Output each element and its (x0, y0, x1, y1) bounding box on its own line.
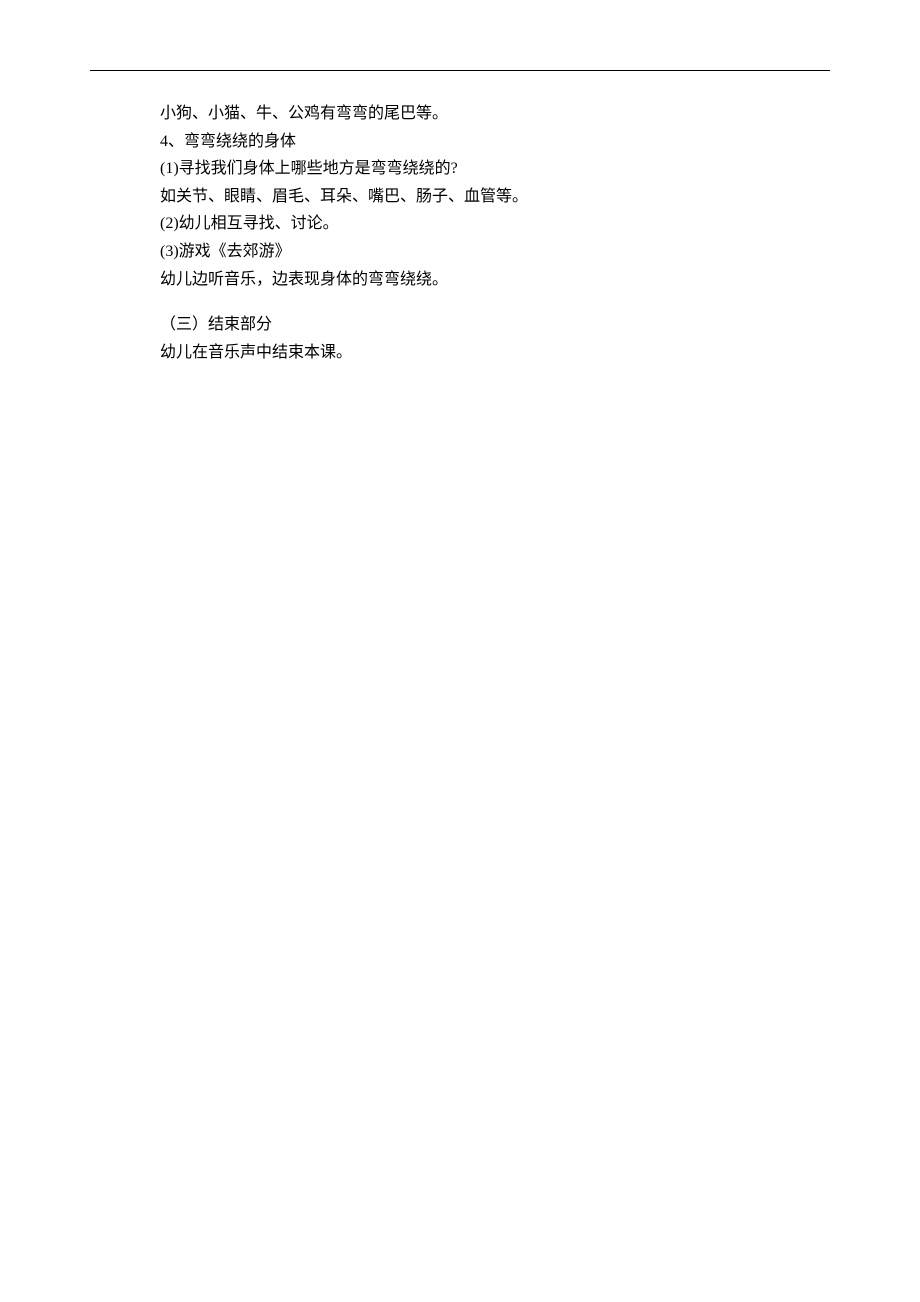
text-line: (1)寻找我们身体上哪些地方是弯弯绕绕的? (160, 156, 830, 182)
document-content: 小狗、小猫、牛、公鸡有弯弯的尾巴等。 4、弯弯绕绕的身体 (1)寻找我们身体上哪… (90, 101, 830, 365)
text-line: 幼儿边听音乐，边表现身体的弯弯绕绕。 (160, 267, 830, 293)
horizontal-rule (90, 70, 830, 71)
text-line: (2)幼儿相互寻找、讨论。 (160, 211, 830, 237)
document-page: 小狗、小猫、牛、公鸡有弯弯的尾巴等。 4、弯弯绕绕的身体 (1)寻找我们身体上哪… (0, 0, 920, 365)
text-line: （三）结束部分 (160, 312, 830, 338)
text-line: 幼儿在音乐声中结束本课。 (160, 340, 830, 366)
text-line: 4、弯弯绕绕的身体 (160, 129, 830, 155)
text-line: 小狗、小猫、牛、公鸡有弯弯的尾巴等。 (160, 101, 830, 127)
text-line: (3)游戏《去郊游》 (160, 239, 830, 265)
text-line: 如关节、眼睛、眉毛、耳朵、嘴巴、肠子、血管等。 (160, 184, 830, 210)
